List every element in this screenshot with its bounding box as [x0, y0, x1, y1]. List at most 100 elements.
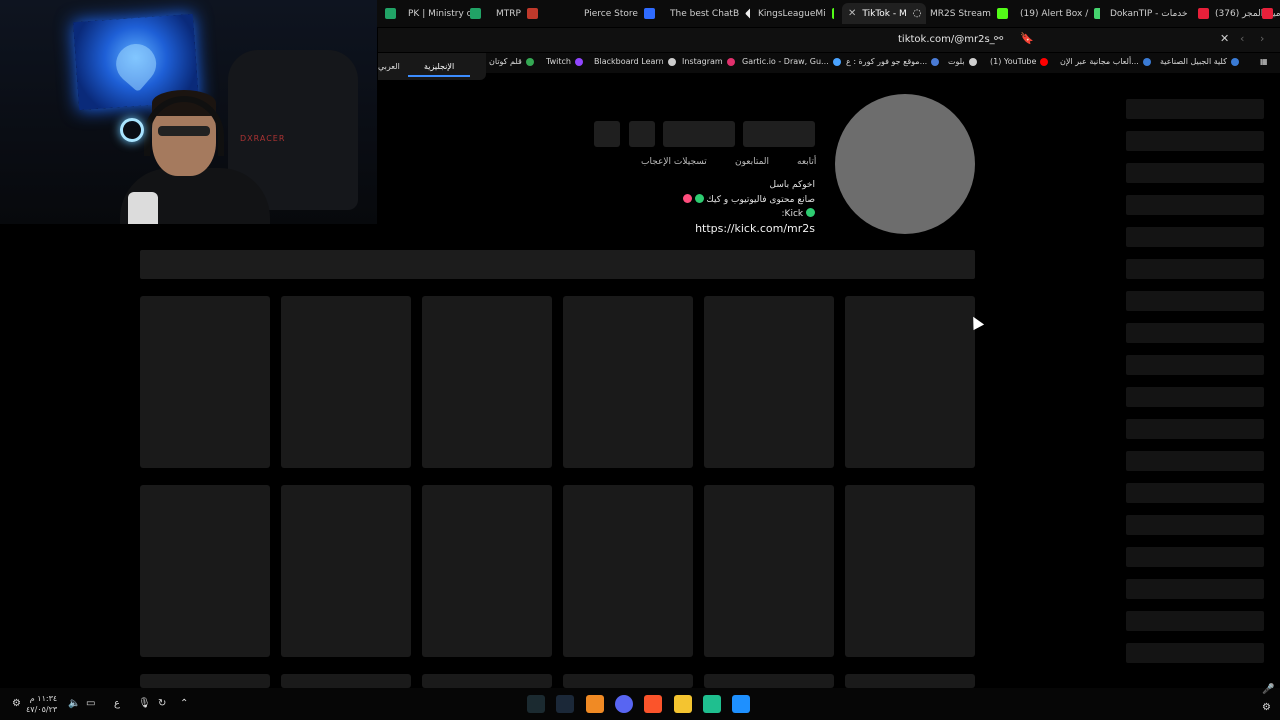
terminal-icon[interactable]	[527, 695, 545, 713]
bookmark-label: ألعاب مجانية عبر الإن...	[1060, 57, 1139, 66]
language-arabic[interactable]: العربي	[378, 62, 400, 71]
video-card-skeleton[interactable]	[845, 296, 975, 468]
video-card-skeleton[interactable]	[845, 485, 975, 657]
sidebar-item-skeleton	[1126, 195, 1264, 215]
bookmark-twitch[interactable]: Twitch	[546, 57, 583, 66]
sidebar-item-skeleton	[1126, 259, 1264, 279]
kick-icon	[831, 8, 834, 19]
video-card-skeleton[interactable]	[704, 674, 834, 688]
address-bar[interactable]: tiktok.com/@mr2s_ ⚯ 🔖 ✕ ‹ ›	[378, 28, 1280, 52]
windows-start-icon[interactable]	[732, 695, 750, 713]
cards-icon	[968, 57, 977, 66]
language-english[interactable]: الإنجليزية	[408, 62, 471, 77]
profile-link[interactable]: https://kick.com/mr2s	[695, 222, 815, 235]
clock-time: ١١:٣٤ م	[29, 694, 58, 703]
sidebar-item-skeleton	[1126, 131, 1264, 151]
tab-kingsleague[interactable]: KingsLeagueMi	[758, 3, 834, 24]
tab-mr2s-stream[interactable]: MR2S Stream	[930, 3, 1014, 24]
following-stat[interactable]: أتابعه	[797, 157, 816, 167]
drive-icon	[525, 57, 534, 66]
bookmark-qalam[interactable]: قلم كوتان	[489, 57, 534, 66]
file-explorer-icon[interactable]	[674, 695, 692, 713]
bookmark-jubail[interactable]: كلية الجبيل الصناعية	[1160, 57, 1239, 66]
sidebar-item-skeleton	[1126, 99, 1264, 119]
bookmark-gartic[interactable]: Gartic.io - Draw, Gu...	[742, 57, 841, 66]
tab-alert-box[interactable]: (19) Alert Box /	[1020, 3, 1100, 24]
bookmark-label: بلوت	[948, 57, 965, 66]
video-card-skeleton[interactable]	[422, 485, 552, 657]
back-icon[interactable]: ‹	[1240, 32, 1244, 45]
tab-pierce-store[interactable]: Pierce Store	[584, 3, 664, 24]
video-card-skeleton[interactable]	[140, 296, 270, 468]
sidebar-item-skeleton	[1126, 515, 1264, 535]
sidebar-item-skeleton	[1126, 387, 1264, 407]
bookmark-youtube[interactable]: (1) YouTube	[990, 57, 1049, 66]
tab-dokantip[interactable]: DokanTIP - خدمات	[1110, 3, 1190, 24]
video-card-skeleton[interactable]	[422, 674, 552, 688]
app-a-icon[interactable]	[586, 695, 604, 713]
microphone-icon[interactable]: 🎙	[138, 698, 151, 709]
display-icon[interactable]: ▭	[86, 698, 95, 709]
close-icon[interactable]: ✕	[1220, 32, 1229, 45]
bookmark-blackboard[interactable]: Blackboard Learn	[594, 57, 676, 66]
sync-icon[interactable]: ↻	[158, 698, 166, 709]
app-green-icon[interactable]	[703, 695, 721, 713]
close-tab-icon[interactable]: ✕	[848, 8, 856, 19]
clock[interactable]: ١١:٣٤ م ٤٧/٠٥/٢٣	[26, 693, 57, 715]
profile-follow-button[interactable]	[743, 121, 815, 147]
profile-more-button[interactable]	[594, 121, 620, 147]
followers-stat[interactable]: المتابعون	[735, 157, 769, 167]
video-card-skeleton[interactable]	[704, 485, 834, 657]
discord-icon[interactable]	[615, 695, 633, 713]
bookmark-kooora[interactable]: موقع جو فور كورة : ع...	[846, 57, 940, 66]
video-card-skeleton[interactable]	[422, 296, 552, 468]
video-card-skeleton[interactable]	[281, 485, 411, 657]
url-text[interactable]: tiktok.com/@mr2s_	[898, 34, 995, 45]
bio-kick: :Kick	[782, 208, 815, 219]
video-card-skeleton[interactable]	[563, 296, 693, 468]
volume-icon[interactable]: 🔈	[68, 698, 80, 709]
video-card-skeleton[interactable]	[704, 296, 834, 468]
tab-tiktok-active[interactable]: ✕ TikTok - M ◌	[842, 3, 926, 24]
sidebar-item-skeleton	[1126, 547, 1264, 567]
chevron-up-icon[interactable]: ⌃	[180, 698, 188, 709]
chair-brand-logo: DXRACER	[240, 134, 286, 143]
sidebar-item-skeleton	[1126, 579, 1264, 599]
video-card-skeleton[interactable]	[281, 296, 411, 468]
bookmark-instagram[interactable]: Instagram	[682, 57, 735, 66]
bookmark-label: Gartic.io - Draw, Gu...	[742, 57, 829, 66]
bookmark-free-games[interactable]: ألعاب مجانية عبر الإن...	[1060, 57, 1151, 66]
bookmark-icon[interactable]: 🔖	[1020, 32, 1034, 45]
settings-gear-icon[interactable]: ⚙	[12, 698, 21, 709]
sidebar-item-skeleton	[1126, 291, 1264, 311]
steam-icon[interactable]	[556, 695, 574, 713]
bookmark-baloot[interactable]: بلوت	[948, 57, 977, 66]
brave-icon[interactable]	[644, 695, 662, 713]
video-card-skeleton[interactable]	[845, 674, 975, 688]
blackboard-icon	[667, 57, 676, 66]
profile-share-button[interactable]	[629, 121, 655, 147]
tab-mtrp[interactable]: MTRP	[496, 3, 576, 24]
video-card-skeleton[interactable]	[140, 674, 270, 688]
input-language[interactable]: ع	[114, 698, 120, 709]
video-card-skeleton[interactable]	[140, 485, 270, 657]
gartic-icon	[832, 57, 841, 66]
sidebar-item-skeleton	[1126, 323, 1264, 343]
kick-icon	[996, 8, 1008, 19]
video-card-skeleton[interactable]	[563, 674, 693, 688]
video-card-skeleton[interactable]	[563, 485, 693, 657]
mic-small-icon[interactable]: 🎤	[1262, 684, 1274, 695]
site-settings-icon[interactable]: ⚯	[994, 32, 1003, 45]
college-icon	[1230, 57, 1239, 66]
gear-small-icon[interactable]: ⚙	[1262, 702, 1271, 713]
likes-stat[interactable]: تسجيلات الإعجاب	[641, 157, 707, 167]
tab-chatbot[interactable]: The best ChatB	[670, 3, 750, 24]
tab-title: The best ChatB	[670, 8, 740, 19]
apps-grid-icon[interactable]: ▦	[1260, 57, 1268, 66]
profile-message-button[interactable]	[663, 121, 735, 147]
profile-avatar	[835, 94, 975, 234]
bio-line: صانع محتوى فاليوتيوب و كيك	[682, 194, 815, 205]
video-card-skeleton[interactable]	[281, 674, 411, 688]
forward-icon[interactable]: ›	[1260, 32, 1264, 45]
webcam-overlay: DXRACER	[0, 0, 377, 224]
